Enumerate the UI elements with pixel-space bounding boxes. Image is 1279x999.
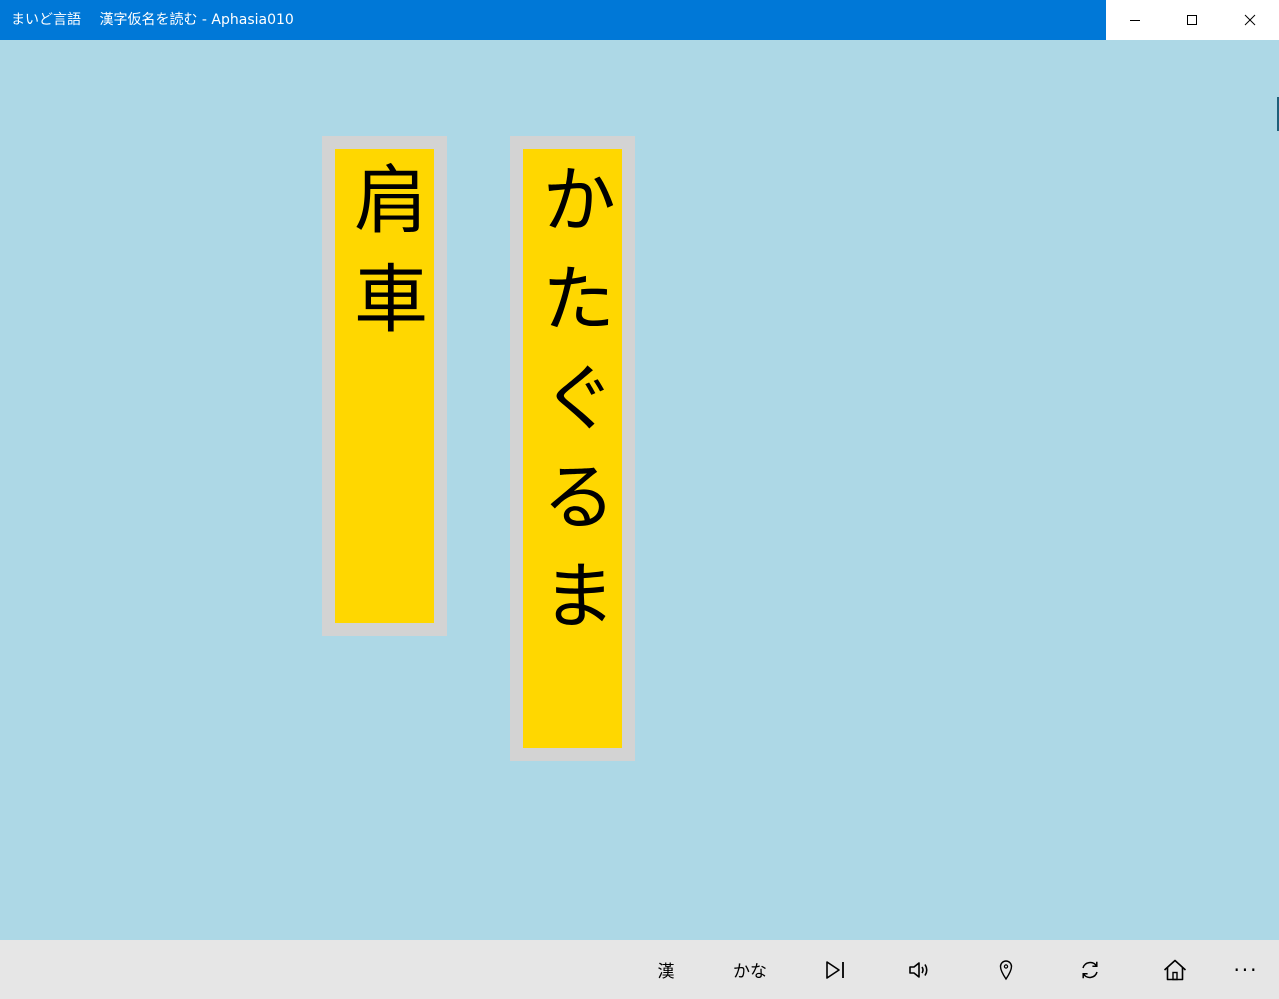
close-icon [1244,14,1256,26]
kanji-text: 肩車 [341,161,428,359]
refresh-button[interactable] [1060,940,1120,999]
kana-card-inner: かたぐるま [523,149,622,748]
more-button[interactable]: ··· [1216,940,1276,999]
kanji-mode-button[interactable]: 漢 [636,940,696,999]
maximize-icon [1187,15,1198,25]
location-button[interactable] [976,940,1036,999]
speaker-icon [909,961,928,978]
window-controls [1106,0,1279,40]
title-bar: まいど言語 漢字仮名を読む - Aphasia010 [0,0,1279,40]
kana-text: かたぐるま [529,161,616,656]
window-title: まいど言語 漢字仮名を読む - Aphasia010 [11,12,294,28]
map-pin-icon [999,959,1013,980]
kanji-card-inner: 肩車 [335,149,434,623]
close-button[interactable] [1221,0,1279,40]
bottom-app-bar: 漢 かな ··· [0,940,1279,999]
kana-card[interactable]: かたぐるま [510,136,635,761]
more-icon: ··· [1233,957,1259,982]
next-button[interactable] [805,940,865,999]
minimize-button[interactable] [1106,0,1164,40]
home-icon [1163,959,1187,980]
kana-mode-button[interactable]: かな [720,940,780,999]
home-button[interactable] [1145,940,1205,999]
kanji-card[interactable]: 肩車 [322,136,447,636]
minimize-icon [1129,20,1140,21]
app-window: まいど言語 漢字仮名を読む - Aphasia010 肩車 かたぐるま 漢 かな… [0,0,1279,999]
refresh-icon [1082,961,1098,978]
skip-next-icon [826,960,844,979]
maximize-button[interactable] [1164,0,1222,40]
speak-button[interactable] [890,940,950,999]
